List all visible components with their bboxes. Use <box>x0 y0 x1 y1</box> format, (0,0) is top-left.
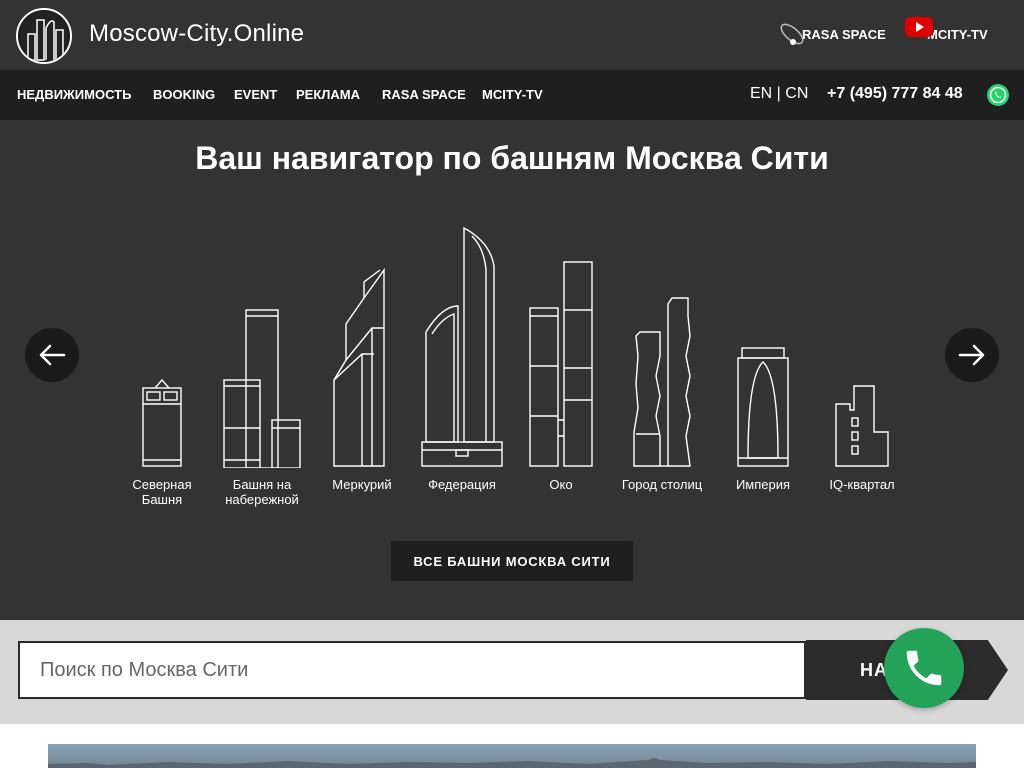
search-section: НАЙТИ <box>0 620 1024 724</box>
tower-severnaya[interactable] <box>130 376 194 468</box>
tower-gorod-stolits[interactable] <box>632 296 694 468</box>
tower-label-severnaya: Северная Башня <box>132 477 192 507</box>
severnaya-tower-icon <box>142 378 182 467</box>
tower-label-iq-kvartal: IQ-квартал <box>829 477 895 492</box>
nav-item-rasa-space[interactable]: RASA SPACE <box>382 87 466 102</box>
search-input[interactable] <box>18 641 806 699</box>
gorod-stolits-tower-icon <box>633 297 691 467</box>
rasa-space-label: RASA SPACE <box>802 26 886 42</box>
oko-tower-icon <box>529 261 593 467</box>
logo[interactable] <box>16 8 72 64</box>
youtube-icon <box>905 17 933 37</box>
nav-item-mcity-tv[interactable]: MCITY-TV <box>482 87 543 102</box>
site-title[interactable]: Moscow-City.Online <box>89 20 304 48</box>
tower-iq-kvartal[interactable] <box>834 384 890 468</box>
phone-number[interactable]: +7 (495) 777 84 48 <box>827 85 963 103</box>
federatsiya-tower-icon <box>421 226 503 467</box>
arrow-left-icon <box>39 344 66 366</box>
nav-item-booking[interactable]: BOOKING <box>153 87 215 102</box>
tower-label-oko: Око <box>549 477 573 492</box>
naberezhnaya-tower-icon <box>223 309 301 469</box>
carousel-next-button[interactable] <box>945 328 999 382</box>
city-skyline-image <box>48 758 976 768</box>
tower-label-merkuriy: Меркурий <box>332 477 392 492</box>
iq-kvartal-tower-icon <box>835 385 889 467</box>
nav-item-event[interactable]: EVENT <box>234 87 277 102</box>
top-header: Moscow-City.Online RASA SPACE MCITY-TV <box>0 0 1024 70</box>
tower-label-naberezhnaya: Башня на набережной <box>225 477 299 507</box>
imperiya-tower-icon <box>737 347 789 467</box>
tower-merkuriy[interactable] <box>332 267 392 468</box>
rasa-space-logo-icon <box>780 23 804 45</box>
tower-federatsiya[interactable] <box>420 226 504 468</box>
nav-item-ads[interactable]: РЕКЛАМА <box>296 87 360 102</box>
nav-item-realty[interactable]: НЕДВИЖИМОСТЬ <box>17 87 131 102</box>
skyline-logo-icon <box>18 10 70 62</box>
mcity-tv-link[interactable]: MCITY-TV <box>905 12 988 56</box>
rasa-space-link[interactable]: RASA SPACE <box>776 12 886 56</box>
whatsapp-icon[interactable] <box>986 83 1010 107</box>
main-nav: НЕДВИЖИМОСТЬ BOOKING EVENT РЕКЛАМА RASA … <box>0 70 1024 120</box>
call-button[interactable] <box>884 628 964 708</box>
tower-label-federatsiya: Федерация <box>428 477 496 492</box>
hero-section: Ваш навигатор по башням Москва Сити Севе… <box>0 120 1024 620</box>
promo-banner[interactable] <box>48 744 976 768</box>
mcity-tv-label: MCITY-TV <box>927 26 988 42</box>
tower-oko[interactable] <box>528 260 594 468</box>
arrow-right-icon <box>958 344 985 366</box>
tower-imperiya[interactable] <box>736 346 790 468</box>
hero-title: Ваш навигатор по башням Москва Сити <box>195 140 829 176</box>
merkuriy-tower-icon <box>333 267 385 467</box>
carousel-prev-button[interactable] <box>25 328 79 382</box>
language-switcher[interactable]: EN | CN <box>750 85 808 103</box>
phone-icon <box>906 650 942 686</box>
all-towers-button[interactable]: ВСЕ БАШНИ МОСКВА СИТИ <box>391 541 633 581</box>
tower-label-imperiya: Империя <box>735 477 791 492</box>
tower-naberezhnaya[interactable] <box>222 308 302 469</box>
tower-label-gorod-stolits: Город столиц <box>621 477 703 492</box>
